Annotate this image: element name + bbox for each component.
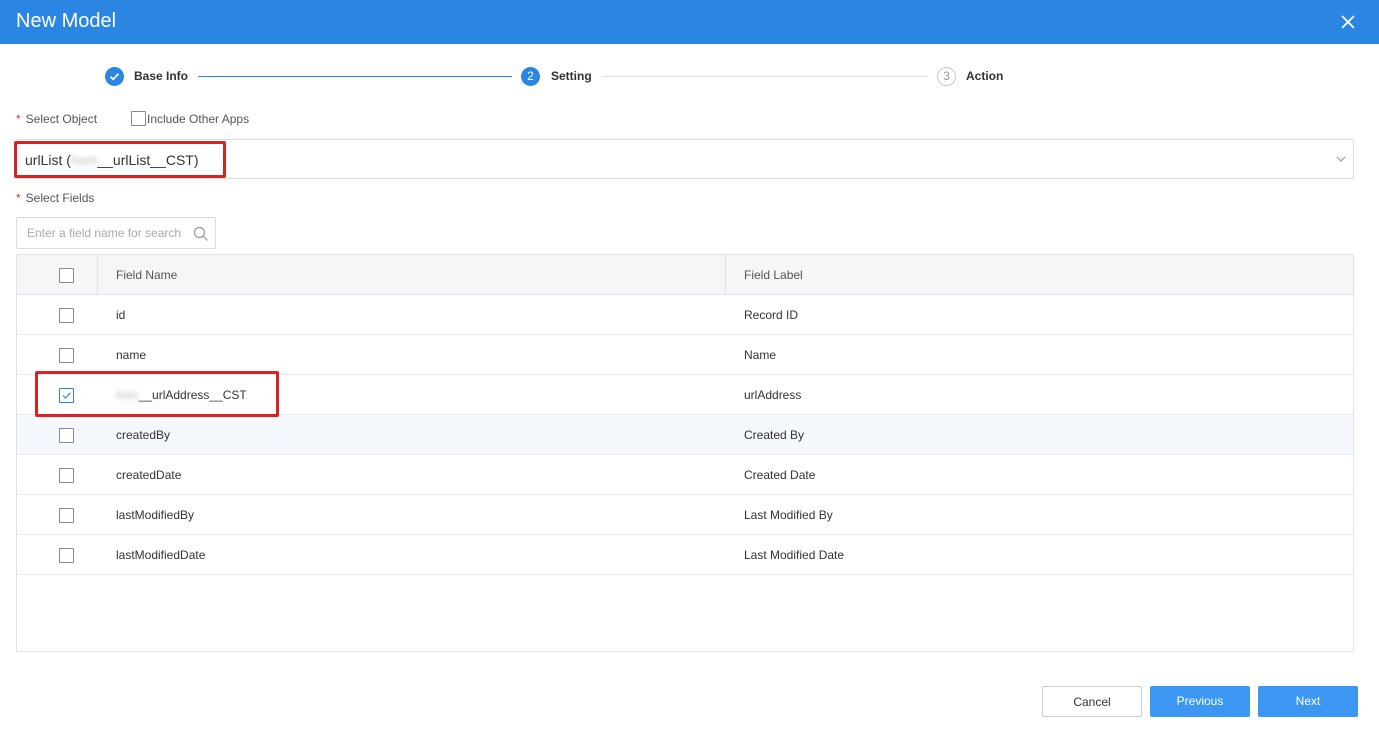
- column-divider: [725, 255, 726, 295]
- field-name-cell: id: [116, 308, 126, 322]
- table-row[interactable]: hxm__urlAddress__CST urlAddress: [17, 375, 1353, 415]
- select-fields-label: * Select Fields: [16, 191, 95, 205]
- row-checkbox[interactable]: [59, 508, 74, 523]
- table-row[interactable]: createdDate Created Date: [17, 455, 1353, 495]
- include-other-apps-checkbox[interactable]: [131, 111, 146, 126]
- include-other-apps-label: Include Other Apps: [147, 112, 250, 126]
- next-button[interactable]: Next: [1258, 686, 1358, 717]
- dialog-title: New Model: [16, 10, 117, 32]
- step-1-label: Base Info: [134, 69, 189, 83]
- row-checkbox[interactable]: [59, 348, 74, 363]
- row-checkbox[interactable]: [59, 468, 74, 483]
- dialog-header: New Model: [0, 0, 1379, 44]
- previous-button[interactable]: Previous: [1150, 686, 1250, 717]
- step-connector-2: [601, 76, 928, 77]
- step-connector-1: [198, 76, 512, 77]
- row-checkbox[interactable]: [59, 308, 74, 323]
- field-label-cell: Last Modified By: [744, 508, 833, 522]
- step-progress: Base Info 2 Setting 3 Action: [0, 60, 1379, 94]
- field-search-input[interactable]: [18, 219, 188, 247]
- field-name-cell: hxm__urlAddress__CST: [116, 388, 247, 402]
- table-row[interactable]: lastModifiedBy Last Modified By: [17, 495, 1353, 535]
- step-1-done-icon: [105, 67, 124, 86]
- field-name-cell: lastModifiedBy: [116, 508, 195, 522]
- checkmark-icon: [62, 392, 71, 399]
- select-all-checkbox[interactable]: [59, 268, 74, 283]
- field-search: [16, 217, 216, 249]
- field-label-cell: Record ID: [744, 308, 799, 322]
- close-icon[interactable]: [1336, 10, 1360, 34]
- field-label-cell: Created Date: [744, 468, 816, 482]
- row-checkbox-checked[interactable]: [59, 388, 74, 403]
- search-icon[interactable]: [193, 226, 209, 247]
- cancel-button[interactable]: Cancel: [1042, 686, 1142, 717]
- field-name-cell: name: [116, 348, 147, 362]
- step-2-number: 2: [521, 67, 540, 86]
- row-checkbox[interactable]: [59, 428, 74, 443]
- field-label-cell: Created By: [744, 428, 805, 442]
- step-2-label: Setting: [551, 69, 592, 83]
- step-3-label: Action: [966, 69, 1004, 83]
- column-header-field-name: Field Name: [116, 268, 178, 282]
- select-object-label: * Select Object: [16, 112, 98, 126]
- field-label-cell: Name: [744, 348, 777, 362]
- fields-table: Field Name Field Label id Record ID name…: [16, 254, 1354, 652]
- field-name-cell: lastModifiedDate: [116, 548, 206, 562]
- chevron-down-icon[interactable]: [1334, 152, 1348, 171]
- field-label-cell: urlAddress: [744, 388, 802, 402]
- table-row[interactable]: id Record ID: [17, 295, 1353, 335]
- table-row[interactable]: createdBy Created By: [17, 415, 1353, 455]
- column-divider: [97, 255, 98, 295]
- field-name-cell: createdBy: [116, 428, 171, 442]
- field-label-cell: Last Modified Date: [744, 548, 845, 562]
- field-name-cell: createdDate: [116, 468, 182, 482]
- column-header-field-label: Field Label: [744, 268, 803, 282]
- step-3-number: 3: [937, 67, 956, 86]
- selected-object-value: urlList (hxm__urlList__CST): [25, 152, 199, 168]
- object-select[interactable]: urlList (hxm__urlList__CST): [16, 139, 1354, 179]
- table-row[interactable]: lastModifiedDate Last Modified Date: [17, 535, 1353, 575]
- table-header: Field Name Field Label: [17, 255, 1353, 295]
- table-row[interactable]: name Name: [17, 335, 1353, 375]
- row-checkbox[interactable]: [59, 548, 74, 563]
